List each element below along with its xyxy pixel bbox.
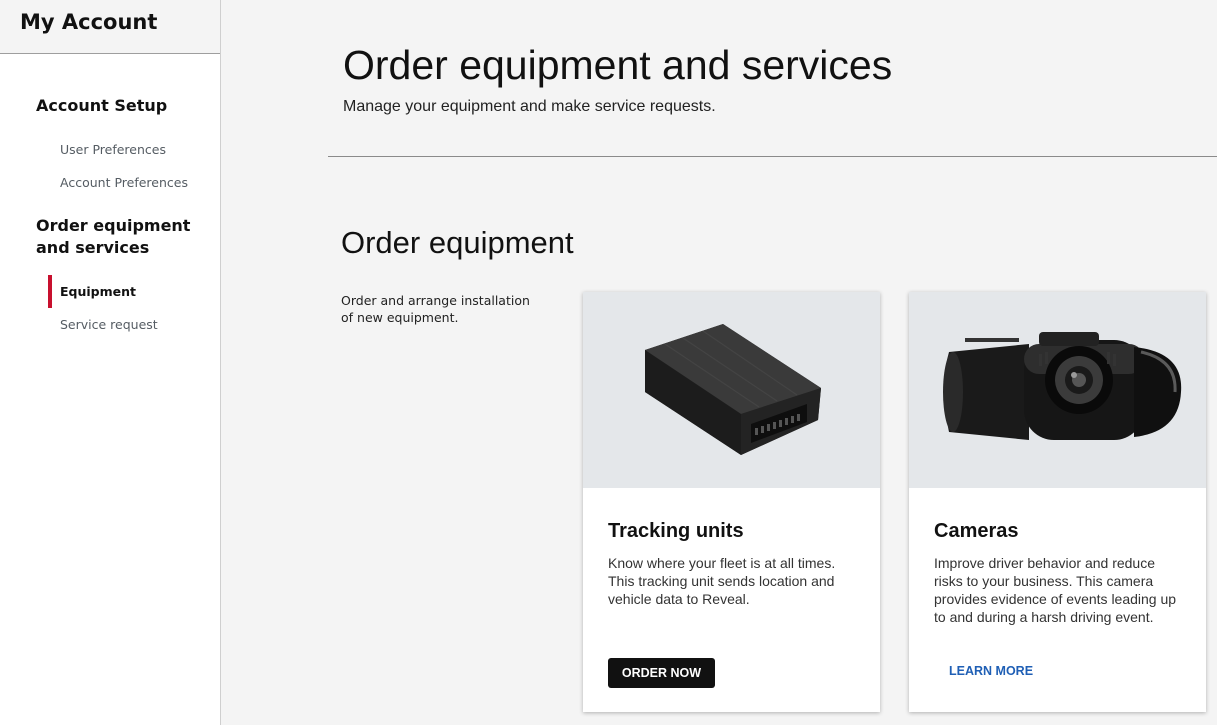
order-now-button[interactable]: ORDER NOW: [608, 658, 715, 688]
camera-image: [909, 292, 1206, 488]
order-equipment-description: Order and arrange installation of new eq…: [341, 293, 530, 325]
active-indicator: [48, 275, 52, 308]
sidebar-header: My Account: [0, 0, 220, 54]
card-description: Know where your fleet is at all times. T…: [608, 555, 836, 607]
sidebar-item-service-request[interactable]: Service request: [60, 317, 158, 332]
card-tracking-units: Tracking units Know where your fleet is …: [583, 292, 880, 712]
learn-more-button[interactable]: LEARN MORE: [949, 664, 1033, 678]
page-title: Order equipment and services: [343, 42, 893, 88]
sidebar-item-account-preferences[interactable]: Account Preferences: [60, 175, 188, 190]
main-content: Order equipment and services Manage your…: [221, 0, 1217, 725]
card-title: Cameras: [934, 520, 1019, 542]
card-description: Improve driver behavior and reduce risks…: [934, 555, 1177, 625]
tracking-unit-icon: [645, 324, 821, 455]
tracking-unit-image: [583, 292, 880, 488]
card-cameras: Cameras Improve driver behavior and redu…: [909, 292, 1206, 712]
sidebar-title: My Account: [20, 10, 158, 34]
sidebar-item-user-preferences[interactable]: User Preferences: [60, 142, 166, 157]
sidebar: My Account Account Setup User Preference…: [0, 0, 221, 725]
order-equipment-heading: Order equipment: [341, 225, 574, 260]
card-title: Tracking units: [608, 520, 744, 542]
dash-camera-icon: [943, 332, 1182, 440]
divider: [328, 156, 1217, 157]
section-title-account-setup: Account Setup: [36, 96, 168, 115]
page-subtitle: Manage your equipment and make service r…: [343, 98, 716, 115]
sidebar-item-equipment[interactable]: Equipment: [60, 284, 136, 299]
section-title-order-equipment: Order equipment and services: [36, 216, 191, 257]
